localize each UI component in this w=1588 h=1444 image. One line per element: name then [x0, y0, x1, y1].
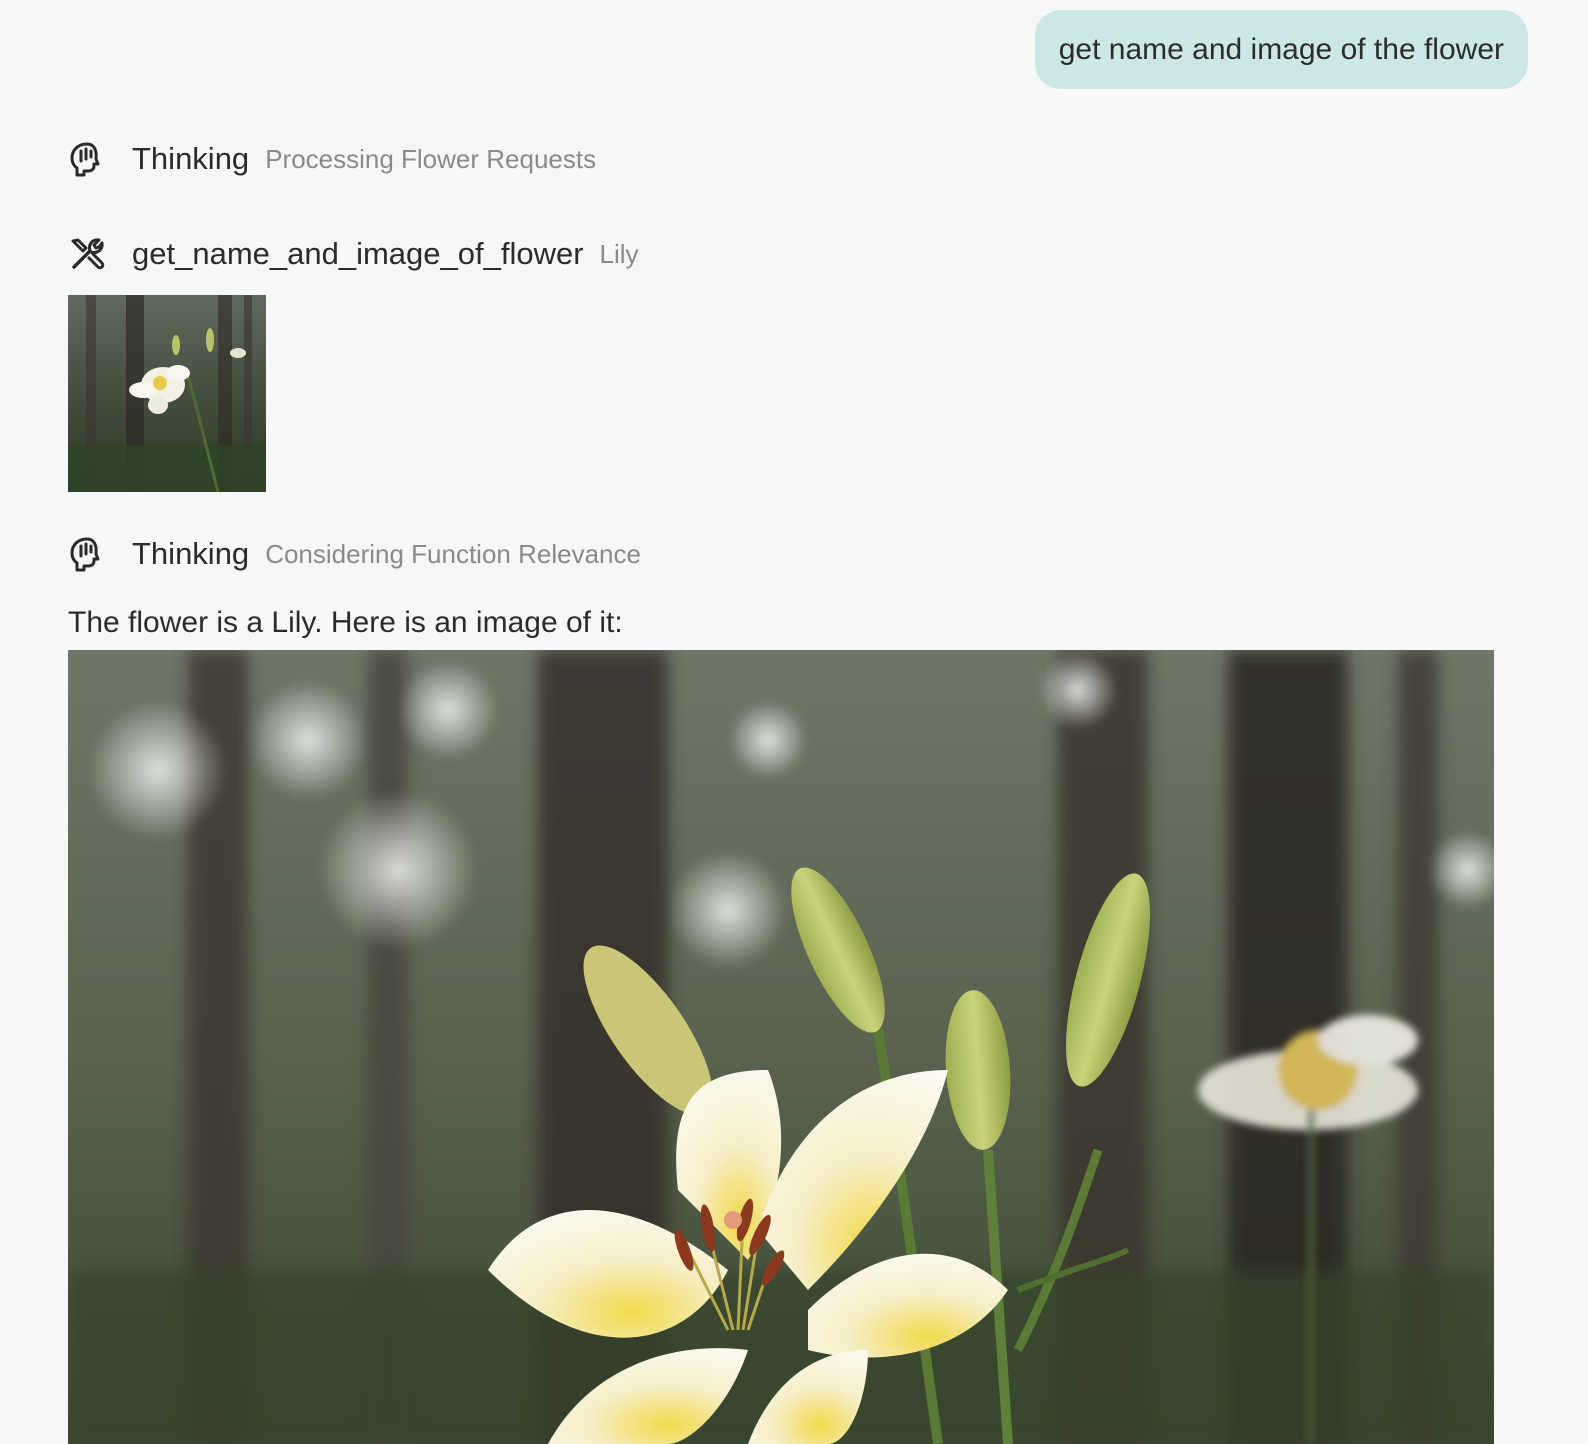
brain-head-icon — [68, 535, 106, 573]
step-subtitle: Considering Function Relevance — [265, 538, 641, 569]
step-subtitle: Processing Flower Requests — [265, 143, 597, 174]
flower-thumbnail-image[interactable] — [68, 295, 266, 492]
chat-window: get name and image of the flower Thinkin… — [0, 0, 1588, 1444]
tool-name: get_name_and_image_of_flower — [132, 236, 584, 271]
step-title: Thinking — [132, 141, 250, 176]
thinking-step[interactable]: Thinking Processing Flower Requests — [68, 140, 596, 178]
thinking-step[interactable]: Thinking Considering Function Relevance — [68, 535, 641, 573]
tool-result-summary: Lily — [599, 238, 639, 269]
tool-call-step[interactable]: get_name_and_image_of_flower Lily — [68, 235, 639, 273]
tools-icon — [68, 235, 106, 273]
user-message-text: get name and image of the flower — [1058, 32, 1504, 66]
flower-large-image[interactable] — [68, 650, 1494, 1444]
user-message-bubble: get name and image of the flower — [1034, 10, 1528, 89]
assistant-answer-text: The flower is a Lily. Here is an image o… — [68, 606, 623, 639]
step-title: Thinking — [132, 536, 250, 571]
brain-head-icon — [68, 140, 106, 178]
